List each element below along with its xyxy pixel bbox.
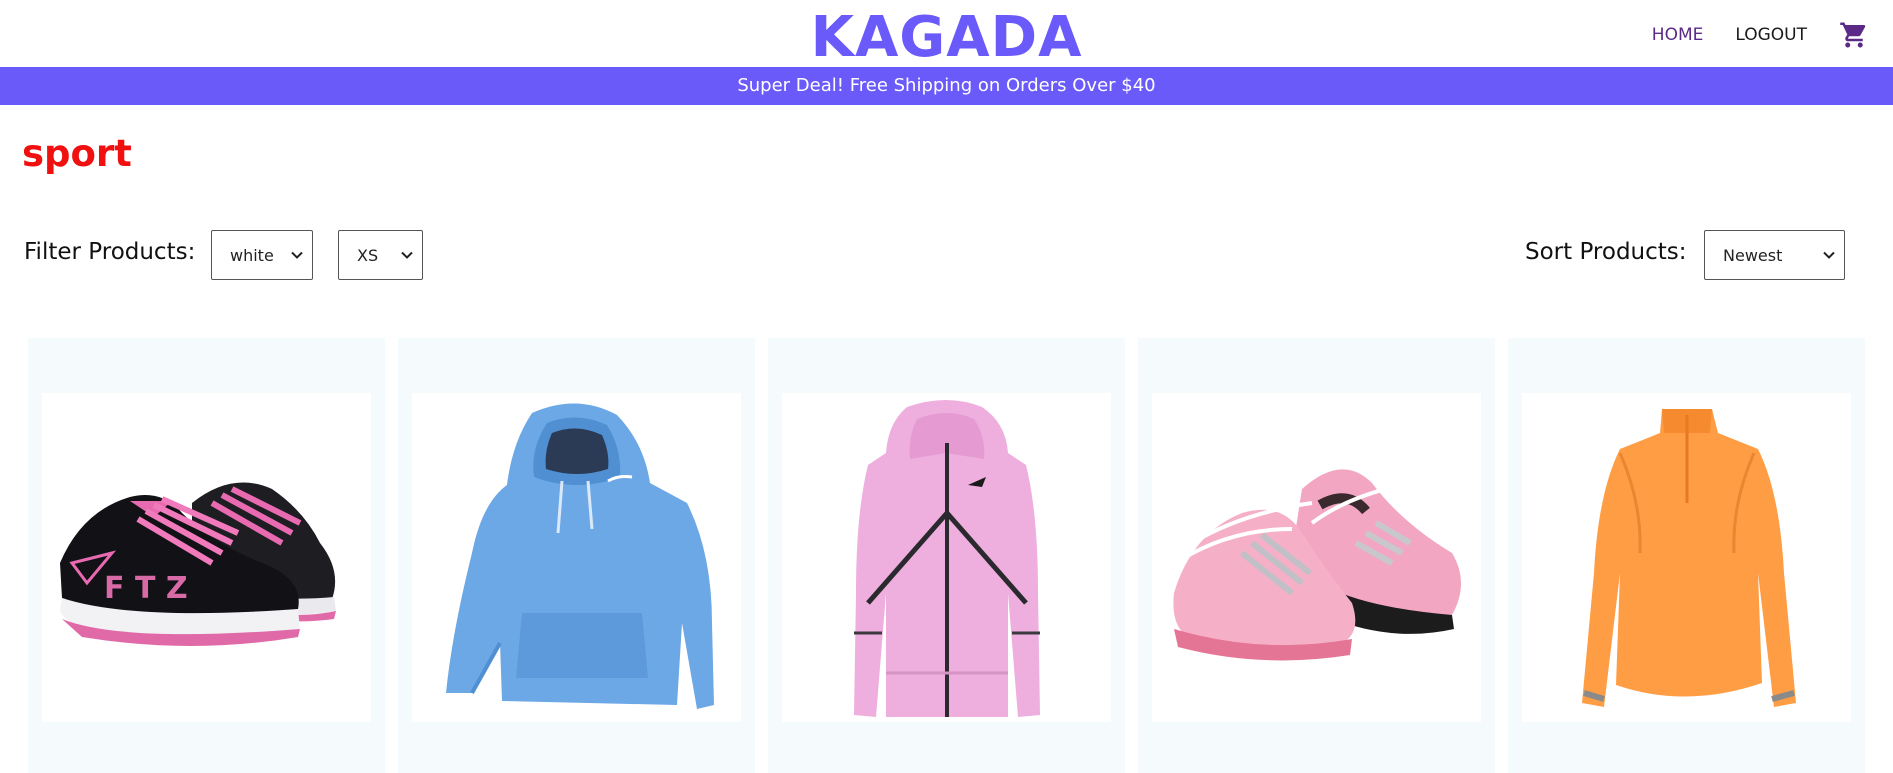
chevron-down-icon [401,251,413,259]
product-card[interactable] [398,338,755,773]
blue-hoodie-image [446,403,714,709]
size-filter-value: XS [357,245,379,265]
orange-half-zip-image [1582,409,1796,707]
pink-bowling-shoes-image [1173,469,1461,661]
size-filter-select[interactable]: XS [338,230,423,280]
product-card[interactable] [1508,338,1865,773]
pink-zip-jacket-image [854,400,1040,717]
sort-label: Sort Products: [1525,239,1687,265]
product-card[interactable] [768,338,1125,773]
product-image-bowling-shoes[interactable] [1152,393,1481,722]
nav-logout-link[interactable]: LOGOUT [1735,25,1807,45]
color-filter-select[interactable]: white [211,230,313,280]
color-filter-value: white [230,245,274,265]
announcement-bar: Super Deal! Free Shipping on Orders Over… [0,67,1893,105]
product-image-zip-jacket[interactable] [782,393,1111,722]
product-card[interactable] [1138,338,1495,773]
category-title: sport [22,132,132,175]
brand-logo[interactable]: KAGADA [0,4,1893,72]
top-nav: HOME LOGOUT [1652,20,1869,50]
product-image-hoodie[interactable] [412,393,741,722]
site-header: KAGADA HOME LOGOUT [0,0,1893,70]
svg-text:F T Z: F T Z [104,571,188,606]
running-sneakers-image: F T Z [60,482,336,646]
sort-select[interactable]: Newest [1704,230,1845,280]
product-image-sneakers[interactable]: F T Z [42,393,371,722]
sort-value: Newest [1723,245,1783,265]
product-image-half-zip-top[interactable] [1522,393,1851,722]
shopping-cart-icon[interactable] [1839,20,1869,50]
product-card[interactable]: F T Z [28,338,385,773]
chevron-down-icon [291,251,303,259]
nav-home-link[interactable]: HOME [1652,25,1704,45]
chevron-down-icon [1823,251,1835,259]
filter-label: Filter Products: [24,239,196,265]
